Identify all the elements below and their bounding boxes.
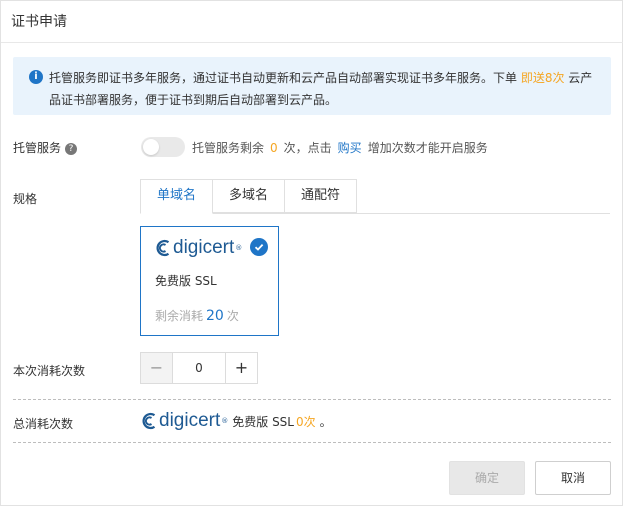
digicert-mark-icon [156,239,170,257]
cancel-button[interactable]: 取消 [535,461,611,495]
dashed-divider-top [13,399,611,400]
notice-text: 托管服务即证书多年服务，通过证书自动更新和云产品自动部署实现证书多年服务。下单 … [49,67,599,111]
quantity-input[interactable] [173,353,225,383]
remaining-count: 20 [206,308,224,324]
consume-label: 本次消耗次数 [13,364,86,378]
hosting-remaining-count: 0 [270,141,278,155]
digicert-logo-text: digicert [159,410,221,431]
tab-single-domain[interactable]: 单域名 [140,179,214,214]
total-suffix: 。 [319,414,332,429]
hosting-toggle[interactable] [141,137,185,157]
digicert-mark-icon [142,412,156,430]
total-label: 总消耗次数 [13,417,74,431]
increment-button[interactable]: + [225,353,257,383]
hosting-text-after: 增加次数才能开启服务 [367,141,488,155]
registered-mark: ® [221,417,229,425]
hosting-status-text: 托管服务剩余 0 次，点击 购买 增加次数才能开启服务 [192,139,488,156]
certificate-apply-dialog: 证书申请 i 托管服务即证书多年服务，通过证书自动更新和云产品自动部署实现证书多… [0,0,623,506]
buy-link[interactable]: 购买 [338,141,362,155]
decrement-button[interactable]: − [141,353,173,383]
toggle-knob [143,139,159,155]
check-circle-icon [250,238,268,256]
remaining-usage: 剩余消耗 20 次 [155,307,239,324]
quantity-stepper: − + [140,352,258,384]
dialog-title: 证书申请 [11,14,67,30]
notice-text-before: 托管服务即证书多年服务，通过证书自动更新和云产品自动部署实现证书多年服务。下单 [49,71,521,85]
digicert-logo: digicert ® [155,237,242,259]
registered-mark: ® [235,244,243,252]
info-icon: i [29,70,43,84]
digicert-logo-text: digicert [173,237,235,258]
spec-tabs: 单域名 多域名 通配符 [140,179,358,214]
hosting-label: 托管服务? [13,139,78,156]
confirm-button[interactable]: 确定 [449,461,525,495]
total-product-name: 免费版 SSL [232,414,294,429]
dashed-divider-bottom [13,442,611,443]
hosting-label-text: 托管服务 [13,141,62,155]
remaining-label: 剩余消耗 [155,309,204,323]
hosting-text-before: 托管服务剩余 [192,141,265,155]
info-notice: i 托管服务即证书多年服务，通过证书自动更新和云产品自动部署实现证书多年服务。下… [13,57,611,115]
question-icon[interactable]: ? [65,142,78,155]
tab-wildcard[interactable]: 通配符 [285,179,358,213]
remaining-unit: 次 [226,309,239,323]
total-count: 0次 [296,414,316,429]
product-name: 免费版 SSL [155,274,217,288]
title-divider [1,42,623,43]
total-summary: digicert ® 免费版 SSL 0次 。 [141,410,332,432]
product-card-digicert-free[interactable]: digicert ® 免费版 SSL 剩余消耗 20 次 [140,226,279,336]
hosting-text-mid: 次，点击 [283,141,332,155]
notice-highlight: 即送8次 [520,71,565,85]
spec-label: 规格 [13,192,38,206]
tab-multi-domain[interactable]: 多域名 [213,179,286,213]
